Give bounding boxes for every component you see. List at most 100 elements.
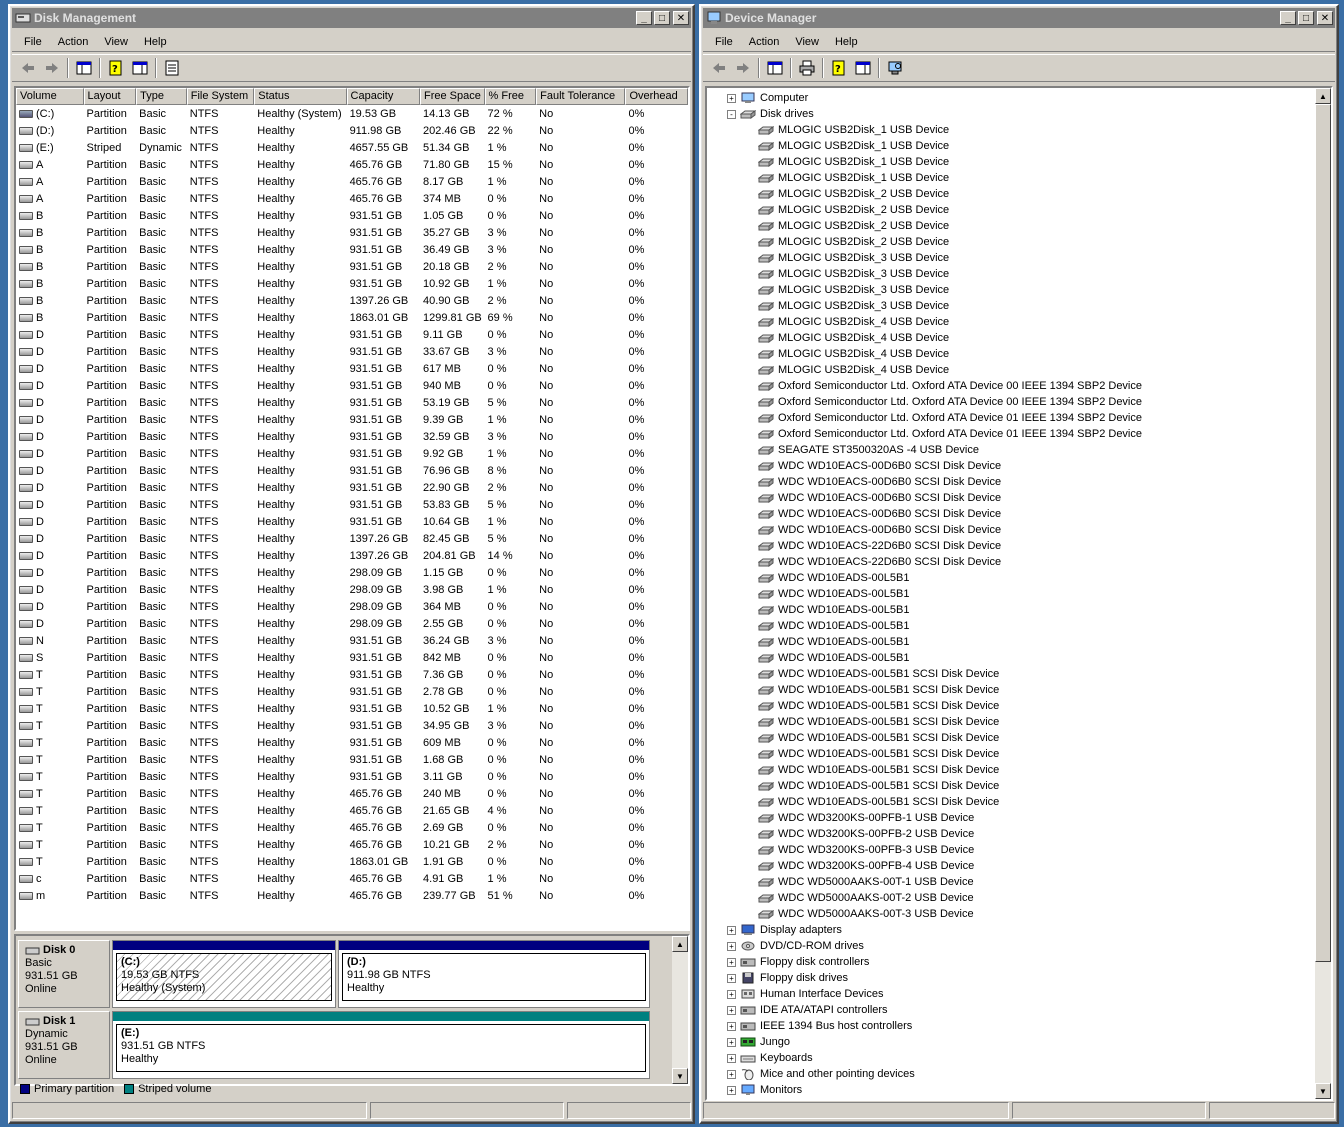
close-button[interactable]: ✕: [1317, 11, 1333, 25]
device-category[interactable]: + Display adapters: [727, 922, 842, 938]
device-item[interactable]: MLOGIC USB2Disk_1 USB Device: [758, 170, 949, 186]
disk-0-row[interactable]: Disk 0 Basic 931.51 GB Online (C:) 19.53…: [18, 940, 650, 1008]
device-item[interactable]: WDC WD3200KS-00PFB-4 USB Device: [758, 858, 974, 874]
volume-row[interactable]: D Partition Basic NTFS Healthy 931.51 GB 10.64…: [16, 513, 688, 530]
volume-row[interactable]: B Partition Basic NTFS Healthy 931.51 GB 35.27…: [16, 224, 688, 241]
device-item[interactable]: WDC WD10EADS-00L5B1 SCSI Disk Device: [758, 682, 999, 698]
device-item[interactable]: MLOGIC USB2Disk_1 USB Device: [758, 154, 949, 170]
col-free-space[interactable]: Free Space: [420, 88, 485, 105]
partition-e[interactable]: (E:) 931.51 GB NTFS Healthy: [112, 1011, 650, 1079]
forward-button[interactable]: [731, 57, 755, 79]
volume-row[interactable]: D Partition Basic NTFS Healthy 931.51 GB 32.59…: [16, 428, 688, 445]
graphical-view-scrollbar[interactable]: ▲ ▼: [672, 936, 688, 1084]
device-item[interactable]: MLOGIC USB2Disk_4 USB Device: [758, 330, 949, 346]
scan-hardware-button[interactable]: [883, 57, 907, 79]
device-item[interactable]: WDC WD10EADS-00L5B1: [758, 634, 909, 650]
col-capacity[interactable]: Capacity: [346, 88, 420, 105]
device-category[interactable]: + Jungo: [727, 1034, 790, 1050]
volume-row[interactable]: T Partition Basic NTFS Healthy 931.51 GB 3.11 …: [16, 768, 688, 785]
device-item[interactable]: MLOGIC USB2Disk_4 USB Device: [758, 362, 949, 378]
maximize-button[interactable]: □: [654, 11, 670, 25]
volume-row[interactable]: (E:) Striped Dynamic NTFS Healthy 4657.55 GB 5…: [16, 139, 688, 156]
device-item[interactable]: SEAGATE ST3500320AS -4 USB Device: [758, 442, 979, 458]
scroll-down-button[interactable]: ▼: [672, 1068, 688, 1084]
device-item[interactable]: Oxford Semiconductor Ltd. Oxford ATA Dev…: [758, 394, 1142, 410]
volume-row[interactable]: B Partition Basic NTFS Healthy 1863.01 GB 1299…: [16, 309, 688, 326]
device-item[interactable]: WDC WD10EACS-00D6B0 SCSI Disk Device: [758, 506, 1001, 522]
col-percent-free[interactable]: % Free: [484, 88, 537, 105]
device-item[interactable]: WDC WD10EADS-00L5B1 SCSI Disk Device: [758, 762, 999, 778]
device-item[interactable]: WDC WD10EACS-00D6B0 SCSI Disk Device: [758, 522, 1001, 538]
volume-row[interactable]: D Partition Basic NTFS Healthy 931.51 GB 33.67…: [16, 343, 688, 360]
device-category[interactable]: - Disk drives: [727, 106, 814, 122]
volume-list[interactable]: Volume Layout Type File System Status Ca…: [14, 86, 690, 931]
volume-row[interactable]: A Partition Basic NTFS Healthy 465.76 GB 71.80…: [16, 156, 688, 173]
minimize-button[interactable]: _: [636, 11, 652, 25]
show-hide-action-pane-button[interactable]: [128, 57, 152, 79]
volume-row[interactable]: N Partition Basic NTFS Healthy 931.51 GB 36.24…: [16, 632, 688, 649]
menu-view[interactable]: View: [787, 34, 827, 50]
device-category[interactable]: + DVD/CD-ROM drives: [727, 938, 864, 954]
expand-icon[interactable]: +: [727, 1021, 736, 1031]
volume-row[interactable]: T Partition Basic NTFS Healthy 931.51 GB 10.52…: [16, 700, 688, 717]
device-item[interactable]: WDC WD10EACS-00D6B0 SCSI Disk Device: [758, 474, 1001, 490]
forward-button[interactable]: [40, 57, 64, 79]
help-button[interactable]: ?: [827, 57, 851, 79]
device-item[interactable]: MLOGIC USB2Disk_2 USB Device: [758, 234, 949, 250]
show-hide-action-pane-button[interactable]: [851, 57, 875, 79]
expand-icon[interactable]: +: [727, 93, 736, 103]
device-item[interactable]: WDC WD10EACS-00D6B0 SCSI Disk Device: [758, 490, 1001, 506]
device-item[interactable]: MLOGIC USB2Disk_2 USB Device: [758, 202, 949, 218]
device-category[interactable]: + IEEE 1394 Bus host controllers: [727, 1018, 912, 1034]
properties-button[interactable]: [160, 57, 184, 79]
volume-row[interactable]: (C:) Partition Basic NTFS Healthy (System) 19…: [16, 105, 688, 122]
device-item[interactable]: MLOGIC USB2Disk_4 USB Device: [758, 346, 949, 362]
expand-icon[interactable]: +: [727, 1005, 736, 1015]
col-fault-tolerance[interactable]: Fault Tolerance: [536, 88, 626, 105]
device-tree-scrollbar[interactable]: ▲ ▼: [1315, 88, 1331, 1099]
menu-action[interactable]: Action: [50, 34, 97, 50]
volume-row[interactable]: D Partition Basic NTFS Healthy 931.51 GB 53.83…: [16, 496, 688, 513]
volume-row[interactable]: S Partition Basic NTFS Healthy 931.51 GB 842 M…: [16, 649, 688, 666]
device-item[interactable]: WDC WD3200KS-00PFB-1 USB Device: [758, 810, 974, 826]
volume-row[interactable]: B Partition Basic NTFS Healthy 1397.26 GB 40.9…: [16, 292, 688, 309]
device-item[interactable]: Oxford Semiconductor Ltd. Oxford ATA Dev…: [758, 378, 1142, 394]
device-item[interactable]: WDC WD10EADS-00L5B1 SCSI Disk Device: [758, 698, 999, 714]
menu-help[interactable]: Help: [827, 34, 866, 50]
col-file-system[interactable]: File System: [186, 88, 255, 105]
device-item[interactable]: WDC WD10EADS-00L5B1: [758, 586, 909, 602]
volume-row[interactable]: T Partition Basic NTFS Healthy 931.51 GB 609 M…: [16, 734, 688, 751]
device-item[interactable]: MLOGIC USB2Disk_4 USB Device: [758, 314, 949, 330]
col-type[interactable]: Type: [136, 88, 187, 105]
device-category[interactable]: + Computer: [727, 90, 808, 106]
scroll-up-button[interactable]: ▲: [1315, 88, 1331, 104]
partition-d[interactable]: (D:) 911.98 GB NTFS Healthy: [338, 940, 650, 1008]
volume-row[interactable]: T Partition Basic NTFS Healthy 931.51 GB 34.95…: [16, 717, 688, 734]
minimize-button[interactable]: _: [1280, 11, 1296, 25]
menu-action[interactable]: Action: [741, 34, 788, 50]
volume-row[interactable]: D Partition Basic NTFS Healthy 298.09 GB 1.15 …: [16, 564, 688, 581]
volume-row[interactable]: T Partition Basic NTFS Healthy 465.76 GB 240 M…: [16, 785, 688, 802]
maximize-button[interactable]: □: [1298, 11, 1314, 25]
device-tree[interactable]: + Computer - Disk drives MLOGIC USB2Disk_1 U…: [705, 86, 1333, 1101]
device-item[interactable]: MLOGIC USB2Disk_3 USB Device: [758, 282, 949, 298]
volume-row[interactable]: D Partition Basic NTFS Healthy 931.51 GB 53.19…: [16, 394, 688, 411]
partition-c[interactable]: (C:) 19.53 GB NTFS Healthy (System): [112, 940, 336, 1008]
volume-row[interactable]: m Partition Basic NTFS Healthy 465.76 GB 239.7…: [16, 887, 688, 904]
collapse-icon[interactable]: -: [727, 109, 736, 119]
volume-row[interactable]: D Partition Basic NTFS Healthy 931.51 GB 76.96…: [16, 462, 688, 479]
device-item[interactable]: MLOGIC USB2Disk_3 USB Device: [758, 266, 949, 282]
volume-row[interactable]: T Partition Basic NTFS Healthy 1863.01 GB 1.91…: [16, 853, 688, 870]
expand-icon[interactable]: +: [727, 925, 736, 935]
show-hide-console-tree-button[interactable]: [72, 57, 96, 79]
device-item[interactable]: WDC WD10EADS-00L5B1: [758, 570, 909, 586]
device-item[interactable]: WDC WD10EADS-00L5B1 SCSI Disk Device: [758, 666, 999, 682]
volume-row[interactable]: D Partition Basic NTFS Healthy 1397.26 GB 82.4…: [16, 530, 688, 547]
device-category[interactable]: + IDE ATA/ATAPI controllers: [727, 1002, 888, 1018]
device-category[interactable]: + Floppy disk controllers: [727, 954, 869, 970]
volume-row[interactable]: (D:) Partition Basic NTFS Healthy 911.98 GB 20…: [16, 122, 688, 139]
expand-icon[interactable]: +: [727, 989, 736, 999]
disk-0-info[interactable]: Disk 0 Basic 931.51 GB Online: [18, 940, 110, 1008]
volume-row[interactable]: D Partition Basic NTFS Healthy 931.51 GB 9.11 …: [16, 326, 688, 343]
volume-row[interactable]: B Partition Basic NTFS Healthy 931.51 GB 10.92…: [16, 275, 688, 292]
